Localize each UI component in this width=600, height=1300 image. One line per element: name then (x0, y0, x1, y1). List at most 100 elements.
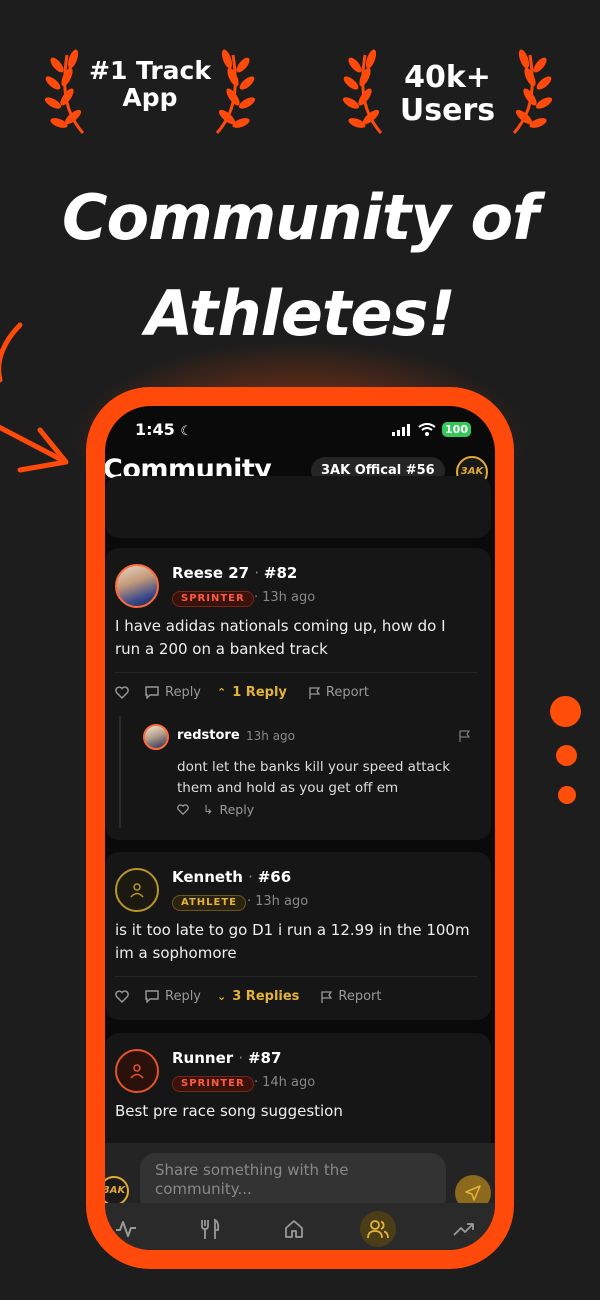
post-time-text: 13h ago (262, 590, 316, 605)
reply-thread: redstore 13h ago dont let the banks kill… (119, 716, 479, 828)
status-time-text: 1:45 (135, 420, 175, 439)
reply-button[interactable]: ↳ Reply (203, 802, 254, 817)
author-number: #82 (263, 564, 298, 582)
report-button[interactable]: Report (321, 989, 382, 1004)
award-line-1: #1 Track (89, 55, 211, 85)
role-badge: ATHLETE (172, 895, 247, 911)
flag-icon[interactable] (459, 730, 470, 742)
award-top-track-app: #1 Track App (40, 40, 260, 140)
reply-author[interactable]: redstore (177, 728, 240, 743)
laurel-left-icon (45, 49, 85, 134)
composer-avatar: 3AK (105, 1176, 129, 1206)
like-button[interactable] (115, 686, 129, 699)
author-name: Runner (172, 1049, 234, 1067)
user-icon (130, 883, 144, 898)
moon-icon: ☾ (180, 424, 193, 439)
status-icons: 100 (392, 422, 471, 437)
reply-arrow-icon: ↳ (203, 802, 214, 817)
reply-button[interactable]: Reply (145, 989, 201, 1004)
reply-text: dont let the banks kill your speed attac… (177, 759, 451, 796)
toggle-replies-button[interactable]: ⌄ 3 Replies (217, 989, 299, 1004)
laurel-right-icon (512, 49, 552, 134)
wifi-icon (418, 423, 436, 436)
post-time: · 13h ago (247, 894, 308, 909)
post-time: · 14h ago (254, 1075, 315, 1090)
status-time: 1:45 ☾ (135, 420, 192, 439)
separator-dot: · (254, 590, 259, 605)
tab-activity[interactable] (108, 1211, 144, 1247)
avatar[interactable] (115, 868, 159, 912)
heart-icon (115, 990, 129, 1003)
post-card: Kenneth · #66 ATHLETE · 13h ago is it too… (105, 852, 491, 1020)
separator-dot: · (254, 1075, 259, 1090)
reply-label: Reply (219, 802, 255, 817)
tab-nutrition[interactable] (192, 1211, 228, 1247)
home-icon (285, 1220, 303, 1238)
post-time-text: 14h ago (262, 1075, 316, 1090)
reply-button[interactable]: Reply (145, 685, 201, 700)
composer: 3AK Share something with the community..… (105, 1143, 495, 1213)
post-author[interactable]: Reese 27 · #82 (172, 564, 297, 582)
decor-dot-small (558, 786, 576, 804)
separator-dot: · (254, 564, 264, 582)
previous-post-card (105, 476, 491, 538)
activity-icon (116, 1221, 136, 1237)
signal-icon (392, 423, 411, 436)
tab-progress[interactable] (446, 1211, 482, 1247)
reply-avatar[interactable] (143, 724, 169, 750)
post-author[interactable]: Runner · #87 (172, 1049, 281, 1067)
like-button[interactable] (177, 804, 189, 815)
decor-dot-large (550, 696, 581, 727)
comment-icon (145, 686, 159, 699)
role-badge: SPRINTER (172, 1076, 254, 1092)
toggle-replies-button[interactable]: ⌃ 1 Reply (217, 685, 287, 700)
author-name: Kenneth (172, 868, 243, 886)
post-actions: Reply ⌄ 3 Replies Report (115, 989, 382, 1004)
post-text: Best pre race song suggestion (115, 1102, 343, 1120)
trending-icon (453, 1223, 474, 1236)
tab-community[interactable] (360, 1211, 396, 1247)
chevron-up-icon: ⌃ (217, 686, 227, 699)
award-users: 40k+ Users (340, 40, 555, 140)
battery-indicator: 100 (442, 422, 471, 437)
laurel-right-icon (215, 49, 255, 134)
award-line-2: Users (399, 93, 496, 128)
reply-actions: ↳ Reply (177, 802, 254, 817)
fork-knife-icon (201, 1218, 220, 1239)
status-bar: 1:45 ☾ 100 (105, 420, 495, 440)
like-button[interactable] (115, 990, 129, 1003)
author-number: #87 (247, 1049, 282, 1067)
separator-dot: · (247, 894, 252, 909)
award-line-2: App (122, 83, 178, 112)
headline: Community of Athletes! (0, 170, 600, 362)
flag-icon (321, 990, 333, 1003)
award-text: 40k+ Users (400, 61, 495, 127)
tab-home[interactable] (276, 1211, 312, 1247)
arrow-icon (0, 322, 69, 473)
user-icon (130, 1064, 144, 1079)
decor-dot-medium (556, 745, 577, 766)
headline-line-1: Community of (61, 181, 539, 254)
community-icon (367, 1220, 389, 1239)
heart-icon (177, 804, 189, 815)
post-text: I have adidas nationals coming up, how d… (115, 617, 446, 658)
laurel-left-icon (343, 49, 383, 134)
avatar[interactable] (115, 1049, 159, 1093)
comment-icon (145, 990, 159, 1003)
post-author[interactable]: Kenneth · #66 (172, 868, 291, 886)
replies-label: 1 Reply (232, 685, 287, 700)
separator-dot: · (248, 868, 258, 886)
post-time: · 13h ago (254, 590, 315, 605)
divider (115, 672, 477, 673)
report-button[interactable]: Report (309, 685, 369, 700)
post-text: is it too late to go D1 i run a 12.99 in… (115, 921, 470, 962)
award-text: #1 Track App (89, 55, 211, 112)
reply-label: Reply (165, 685, 202, 700)
reply-time: 13h ago (246, 729, 296, 743)
tab-bar (105, 1203, 495, 1250)
send-icon (465, 1185, 481, 1201)
divider (115, 976, 477, 977)
post-card: Reese 27 · #82 SPRINTER · 13h ago I have … (105, 548, 491, 840)
flag-icon (309, 686, 320, 699)
avatar[interactable] (115, 564, 159, 608)
